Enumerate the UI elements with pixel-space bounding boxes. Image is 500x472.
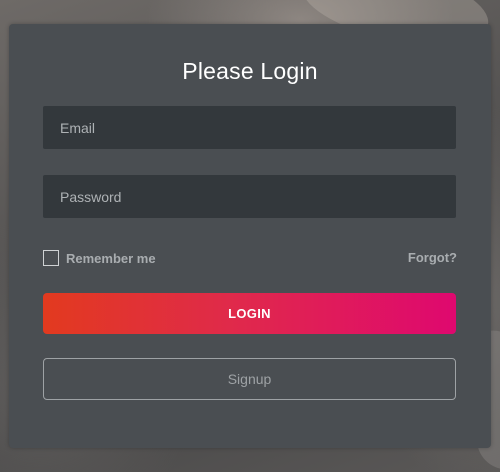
signup-button[interactable]: Signup	[43, 358, 456, 400]
remember-me-label: Remember me	[66, 250, 156, 266]
page-title: Please Login	[182, 58, 318, 84]
login-button[interactable]: LOGIN	[43, 293, 456, 334]
remember-me-checkbox[interactable]	[43, 250, 59, 266]
password-field[interactable]	[43, 175, 456, 218]
email-field[interactable]	[43, 106, 456, 149]
login-panel: Please Login Remember me Forgot? LOGIN S…	[9, 24, 491, 448]
forgot-password-link[interactable]: Forgot?	[408, 250, 457, 265]
remember-me-control[interactable]: Remember me	[43, 248, 156, 268]
